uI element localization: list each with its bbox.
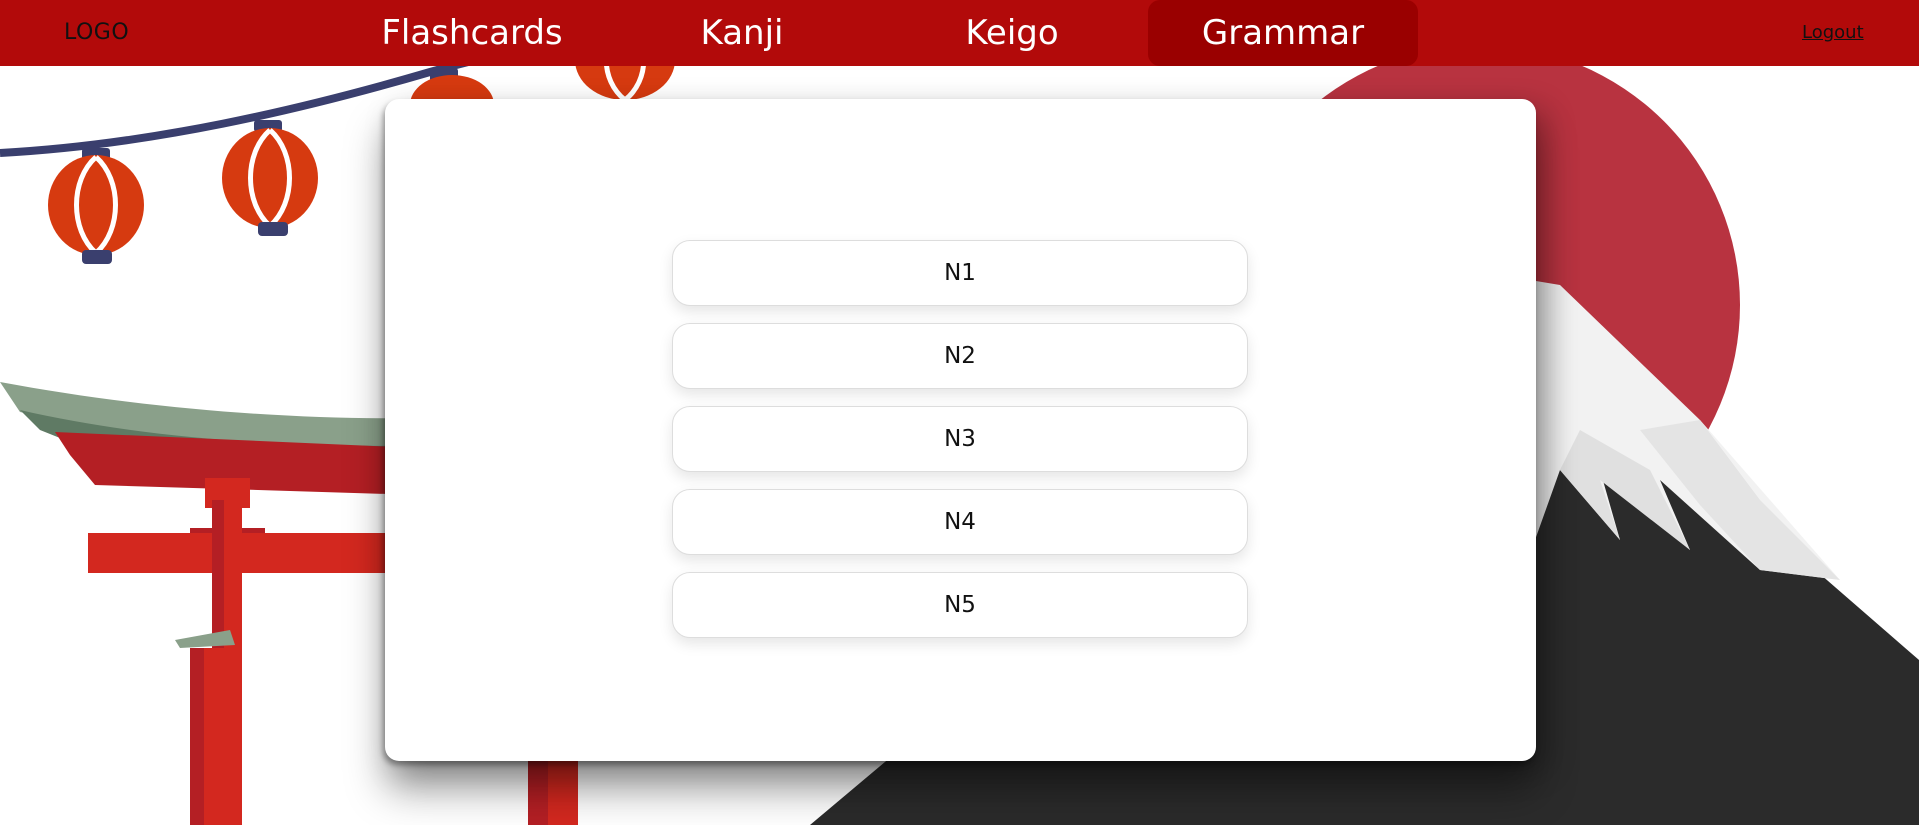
level-list: N1 N2 N3 N4 N5 <box>672 240 1248 655</box>
nav-flashcards[interactable]: Flashcards <box>372 0 572 66</box>
lantern-icon <box>222 120 318 236</box>
top-navbar: LOGO Flashcards Kanji Keigo Grammar Logo… <box>0 0 1919 66</box>
level-button-n2[interactable]: N2 <box>672 323 1248 389</box>
logout-link[interactable]: Logout <box>1802 22 1864 43</box>
level-selection-card: N1 N2 N3 N4 N5 <box>385 99 1536 761</box>
lantern-icon <box>48 148 144 264</box>
logo[interactable]: LOGO <box>64 20 129 45</box>
nav-keigo[interactable]: Keigo <box>962 0 1062 66</box>
page: LOGO Flashcards Kanji Keigo Grammar Logo… <box>0 0 1919 825</box>
nav-grammar[interactable]: Grammar <box>1148 0 1418 66</box>
level-button-n1[interactable]: N1 <box>672 240 1248 306</box>
nav-kanji[interactable]: Kanji <box>692 0 792 66</box>
level-button-n5[interactable]: N5 <box>672 572 1248 638</box>
level-button-n3[interactable]: N3 <box>672 406 1248 472</box>
level-button-n4[interactable]: N4 <box>672 489 1248 555</box>
